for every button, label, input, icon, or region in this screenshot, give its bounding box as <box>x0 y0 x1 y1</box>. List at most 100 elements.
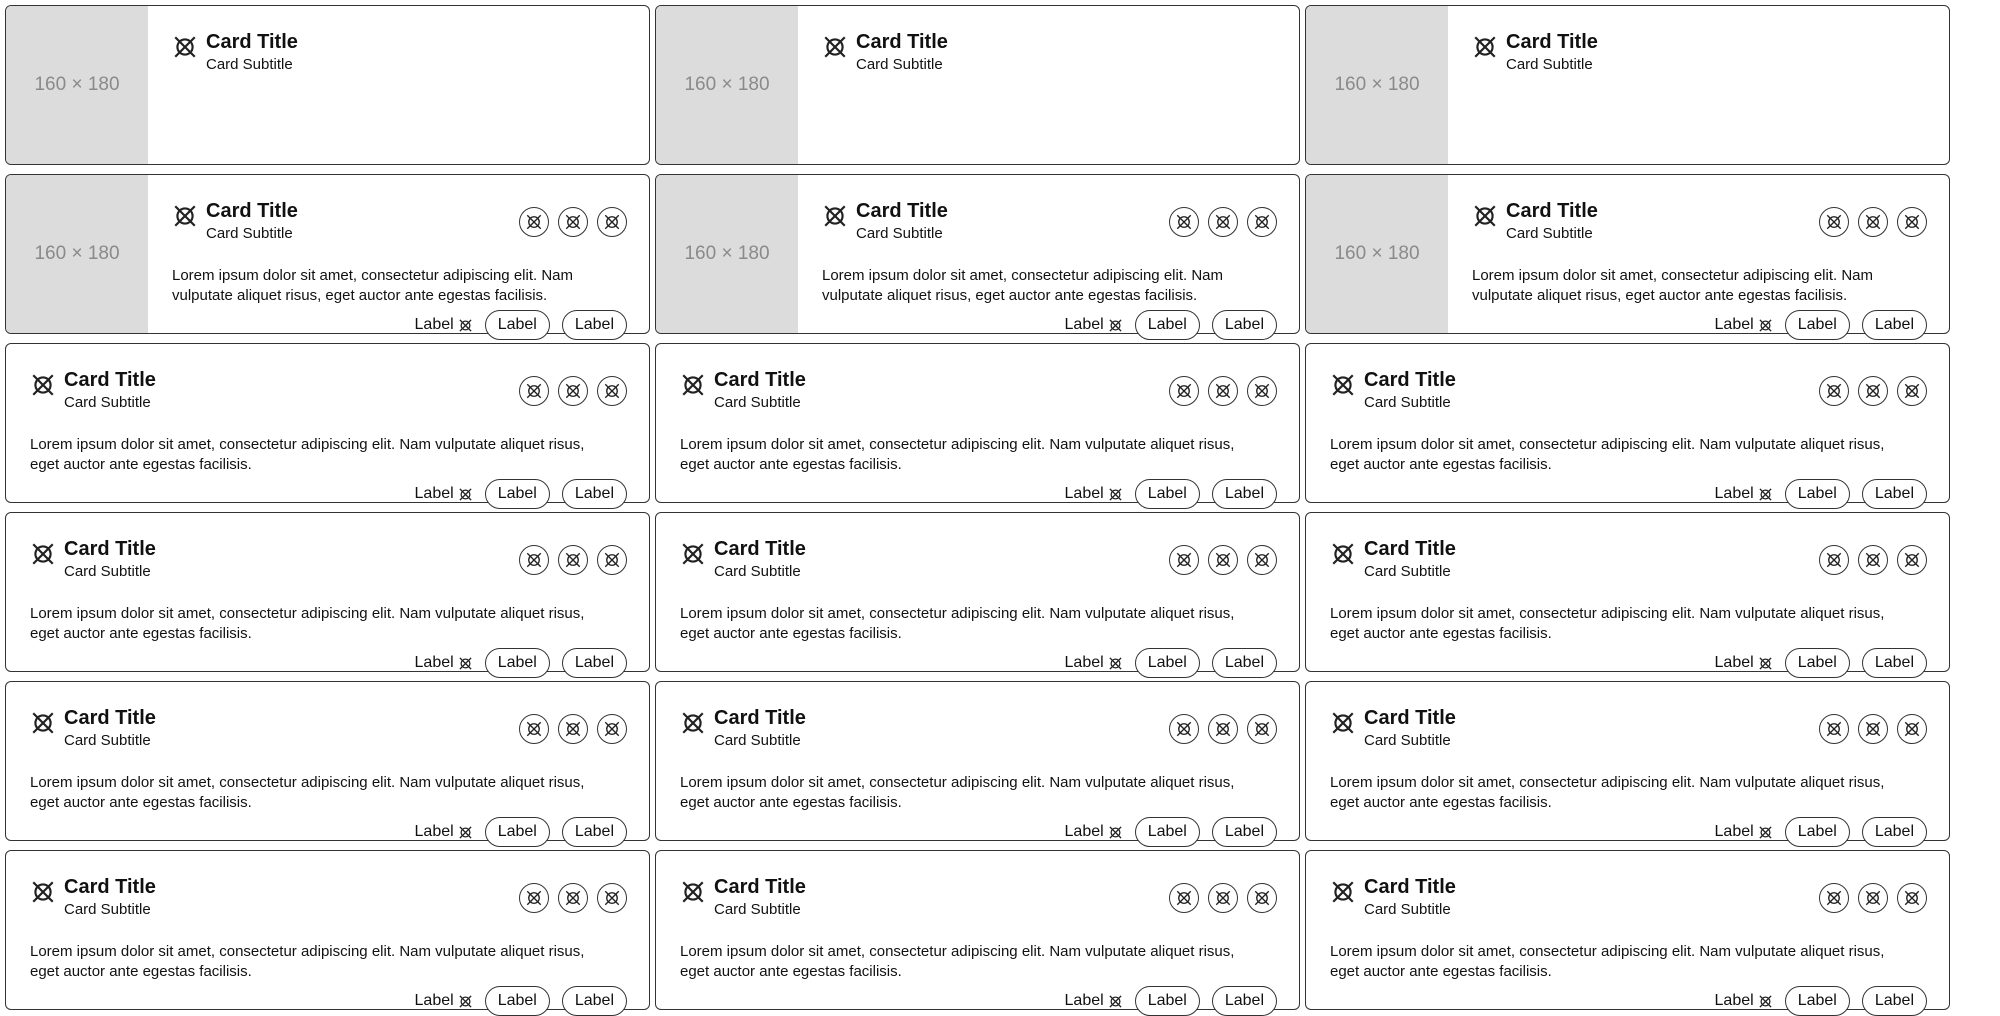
action-icon-button-2[interactable] <box>1208 714 1238 744</box>
outlined-button-2[interactable]: Label <box>1211 648 1277 678</box>
text-button[interactable]: Label <box>1715 316 1773 334</box>
card-header: Card Title Card Subtitle <box>30 704 156 750</box>
action-icon-button-3[interactable] <box>597 207 627 237</box>
action-icon-button-2[interactable] <box>1858 883 1888 913</box>
action-icon-button-3[interactable] <box>597 714 627 744</box>
outlined-button-2[interactable]: Label <box>561 648 627 678</box>
button-label: Label <box>1874 316 1914 333</box>
action-icon-button-1[interactable] <box>1819 376 1849 406</box>
action-icon-button-1[interactable] <box>1169 883 1199 913</box>
action-icon-button-1[interactable] <box>1819 545 1849 575</box>
outlined-button-2[interactable]: Label <box>1861 310 1927 340</box>
text-button[interactable]: Label <box>415 992 473 1010</box>
action-icon-button-2[interactable] <box>1858 545 1888 575</box>
outlined-button-2[interactable]: Label <box>1211 479 1277 509</box>
action-icon-button-2[interactable] <box>558 883 588 913</box>
card-action-icons <box>1819 207 1927 237</box>
action-icon-button-3[interactable] <box>1897 545 1927 575</box>
outlined-button-2[interactable]: Label <box>1211 310 1277 340</box>
text-button[interactable]: Label <box>1065 485 1123 503</box>
action-icon-button-1[interactable] <box>519 714 549 744</box>
outlined-button-2[interactable]: Label <box>561 817 627 847</box>
action-icon-button-1[interactable] <box>519 883 549 913</box>
outlined-button-1[interactable]: Label <box>484 648 550 678</box>
action-icon-button-2[interactable] <box>558 714 588 744</box>
outlined-button-1[interactable]: Label <box>1784 986 1850 1016</box>
action-icon-button-2[interactable] <box>1858 376 1888 406</box>
text-button[interactable]: Label <box>1715 823 1773 841</box>
action-icon-button-1[interactable] <box>1819 883 1849 913</box>
action-icon-button-1[interactable] <box>519 545 549 575</box>
outlined-button-1[interactable]: Label <box>484 817 550 847</box>
text-button[interactable]: Label <box>1065 654 1123 672</box>
outlined-button-2[interactable]: Label <box>1861 986 1927 1016</box>
card-subtitle: Card Subtitle <box>714 732 801 749</box>
action-icon-button-2[interactable] <box>558 376 588 406</box>
text-button[interactable]: Label <box>415 823 473 841</box>
placeholder-icon <box>1903 889 1921 907</box>
outlined-button-1[interactable]: Label <box>1134 479 1200 509</box>
action-icon-button-1[interactable] <box>519 376 549 406</box>
outlined-button-1[interactable]: Label <box>1134 648 1200 678</box>
text-button[interactable]: Label <box>415 316 473 334</box>
outlined-button-2[interactable]: Label <box>1211 817 1277 847</box>
outlined-button-2[interactable]: Label <box>561 310 627 340</box>
action-icon-button-2[interactable] <box>1858 714 1888 744</box>
outlined-button-1[interactable]: Label <box>1784 310 1850 340</box>
action-icon-button-1[interactable] <box>1169 545 1199 575</box>
outlined-button-2[interactable]: Label <box>1861 817 1927 847</box>
outlined-button-1[interactable]: Label <box>1134 817 1200 847</box>
action-icon-button-2[interactable] <box>558 207 588 237</box>
action-icon-button-3[interactable] <box>1247 545 1277 575</box>
action-icon-button-3[interactable] <box>1247 207 1277 237</box>
card-subtitle: Card Subtitle <box>714 394 801 411</box>
text-button[interactable]: Label <box>1715 654 1773 672</box>
action-icon-button-3[interactable] <box>597 545 627 575</box>
text-button[interactable]: Label <box>1065 316 1123 334</box>
action-icon-button-2[interactable] <box>1208 376 1238 406</box>
text-button[interactable]: Label <box>1715 992 1773 1010</box>
outlined-button-1[interactable]: Label <box>484 986 550 1016</box>
action-icon-button-1[interactable] <box>1169 207 1199 237</box>
action-icon-button-3[interactable] <box>1897 376 1927 406</box>
card-footer-buttons: Label Label Label <box>1715 986 1927 1016</box>
outlined-button-1[interactable]: Label <box>484 479 550 509</box>
outlined-button-2[interactable]: Label <box>1861 648 1927 678</box>
action-icon-button-2[interactable] <box>558 545 588 575</box>
outlined-button-2[interactable]: Label <box>1211 986 1277 1016</box>
action-icon-button-1[interactable] <box>519 207 549 237</box>
action-icon-button-3[interactable] <box>1247 376 1277 406</box>
outlined-button-1[interactable]: Label <box>1134 986 1200 1016</box>
action-icon-button-2[interactable] <box>1208 545 1238 575</box>
outlined-button-1[interactable]: Label <box>1784 648 1850 678</box>
text-button[interactable]: Label <box>1065 823 1123 841</box>
action-icon-button-3[interactable] <box>1247 714 1277 744</box>
card-action-icons <box>519 714 627 744</box>
outlined-button-2[interactable]: Label <box>561 479 627 509</box>
text-button[interactable]: Label <box>1715 485 1773 503</box>
text-button[interactable]: Label <box>415 654 473 672</box>
action-icon-button-3[interactable] <box>1247 883 1277 913</box>
outlined-button-1[interactable]: Label <box>1784 479 1850 509</box>
outlined-button-1[interactable]: Label <box>1134 310 1200 340</box>
action-icon-button-1[interactable] <box>1169 376 1199 406</box>
outlined-button-1[interactable]: Label <box>1784 817 1850 847</box>
action-icon-button-3[interactable] <box>1897 883 1927 913</box>
text-button[interactable]: Label <box>1065 992 1123 1010</box>
outlined-button-2[interactable]: Label <box>561 986 627 1016</box>
outlined-button-2[interactable]: Label <box>1861 479 1927 509</box>
action-icon-button-3[interactable] <box>597 883 627 913</box>
action-icon-button-3[interactable] <box>1897 207 1927 237</box>
action-icon-button-2[interactable] <box>1208 883 1238 913</box>
action-icon-button-1[interactable] <box>1169 714 1199 744</box>
outlined-button-1[interactable]: Label <box>484 310 550 340</box>
action-icon-button-3[interactable] <box>1897 714 1927 744</box>
action-icon-button-2[interactable] <box>1858 207 1888 237</box>
text-button[interactable]: Label <box>415 485 473 503</box>
placeholder-icon <box>1825 720 1843 738</box>
action-icon-button-1[interactable] <box>1819 207 1849 237</box>
action-icon-button-3[interactable] <box>597 376 627 406</box>
placeholder-icon <box>458 994 473 1009</box>
action-icon-button-2[interactable] <box>1208 207 1238 237</box>
action-icon-button-1[interactable] <box>1819 714 1849 744</box>
